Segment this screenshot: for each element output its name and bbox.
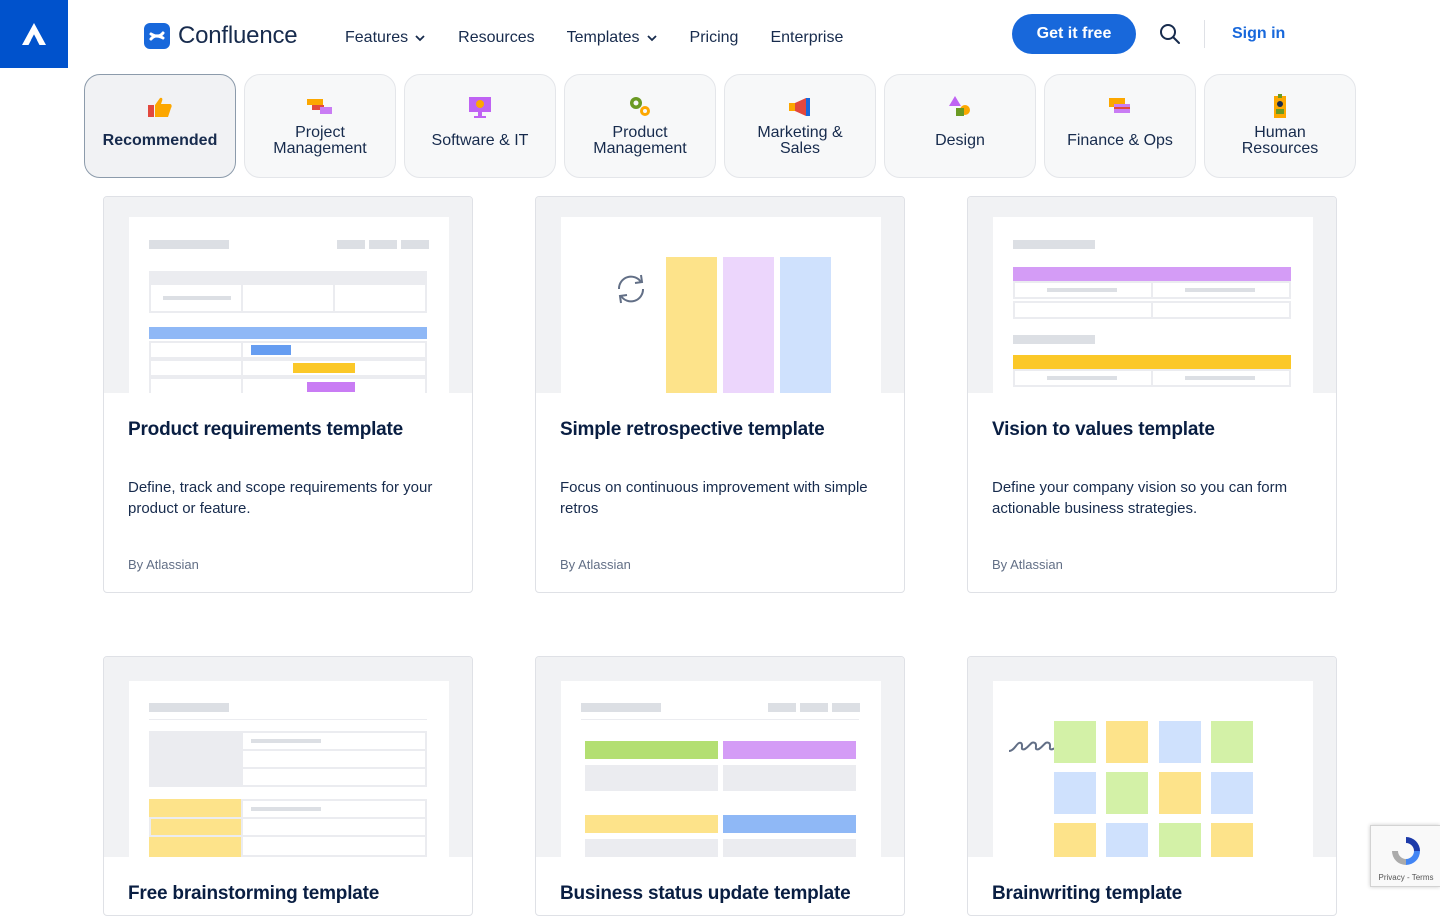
template-card-product-requirements[interactable]: Product requirements template Define, tr… [103, 196, 473, 593]
tab-label: Finance & Ops [1067, 132, 1173, 149]
preview-sheet [129, 681, 449, 857]
atlassian-logo-icon [22, 23, 46, 45]
header-divider [1204, 20, 1205, 48]
confluence-brand[interactable]: Confluence [144, 22, 298, 50]
preview-sheet [993, 217, 1313, 393]
tab-label: Human Resources [1241, 124, 1319, 157]
nav-resources[interactable]: Resources [458, 28, 534, 48]
tab-marketing-sales[interactable]: Marketing & Sales [724, 74, 876, 178]
tab-label: Recommended [102, 132, 218, 149]
tab-human-resources[interactable]: Human Resources [1204, 74, 1356, 178]
template-card-brainwriting[interactable]: Brainwriting template [967, 656, 1337, 916]
chevron-down-icon [646, 35, 657, 42]
recaptcha-icon [1392, 837, 1420, 865]
preview-sheet [993, 681, 1313, 857]
template-card-simple-retrospective[interactable]: Simple retrospective template Focus on c… [535, 196, 905, 593]
card-title[interactable]: Brainwriting template [992, 883, 1312, 905]
card-preview [536, 197, 904, 393]
tab-label: Marketing & Sales [757, 124, 843, 157]
id-badge-icon [1266, 93, 1294, 121]
card-title[interactable]: Business status update template [560, 883, 880, 905]
tab-label: Product Management [593, 124, 687, 157]
card-title[interactable]: Vision to values template [992, 419, 1312, 441]
card-author: By Atlassian [128, 557, 199, 572]
recaptcha-badge[interactable]: Privacy - Terms [1370, 825, 1440, 887]
megaphone-icon [786, 93, 814, 121]
nav-enterprise[interactable]: Enterprise [770, 28, 843, 48]
card-preview [104, 197, 472, 393]
preview-sheet [561, 681, 881, 857]
search-icon [1160, 24, 1180, 44]
tab-label: Design [935, 132, 985, 149]
refresh-cycle-icon [617, 274, 645, 304]
confluence-logo-icon [144, 23, 170, 49]
tab-finance-ops[interactable]: Finance & Ops [1044, 74, 1196, 178]
card-title[interactable]: Free brainstorming template [128, 883, 448, 905]
card-author: By Atlassian [560, 557, 631, 572]
category-tabs: Recommended Project Management Software … [84, 74, 1356, 178]
card-author: By Atlassian [992, 557, 1063, 572]
monitor-icon [466, 93, 494, 121]
template-card-business-status-update[interactable]: Business status update template [535, 656, 905, 916]
tab-software-it[interactable]: Software & IT [404, 74, 556, 178]
gears-icon [626, 93, 654, 121]
main-nav: Features Resources Templates Pricing Ent… [345, 28, 843, 48]
project-management-icon [306, 93, 334, 121]
card-title[interactable]: Simple retrospective template [560, 419, 880, 441]
get-it-free-button[interactable]: Get it free [1012, 14, 1136, 54]
card-description: Define your company vision so you can fo… [992, 479, 1288, 517]
tab-project-management[interactable]: Project Management [244, 74, 396, 178]
tab-product-management[interactable]: Product Management [564, 74, 716, 178]
nav-templates[interactable]: Templates [567, 28, 658, 48]
nav-label: Features [345, 29, 409, 46]
card-description: Define, track and scope requirements for… [128, 479, 433, 517]
card-preview [104, 657, 472, 857]
atlassian-logo[interactable] [0, 0, 68, 68]
template-card-free-brainstorming[interactable]: Free brainstorming template [103, 656, 473, 916]
nav-label: Enterprise [770, 29, 844, 46]
tab-label: Software & IT [431, 132, 529, 149]
tab-design[interactable]: Design [884, 74, 1036, 178]
card-preview [536, 657, 904, 857]
thumbs-up-icon [146, 93, 174, 121]
card-preview [968, 197, 1336, 393]
nav-label: Pricing [689, 29, 739, 46]
preview-sheet [561, 217, 881, 393]
shapes-icon [946, 93, 974, 121]
chevron-down-icon [415, 35, 425, 42]
search-button[interactable] [1158, 22, 1182, 46]
tab-recommended[interactable]: Recommended [84, 74, 236, 178]
tab-label: Project Management [273, 124, 367, 157]
recaptcha-links[interactable]: Privacy - Terms [1371, 873, 1440, 882]
card-title[interactable]: Product requirements template [128, 419, 448, 441]
nav-pricing[interactable]: Pricing [690, 28, 739, 48]
card-description: Focus on continuous improvement with sim… [560, 479, 868, 517]
sign-in-link[interactable]: Sign in [1232, 25, 1285, 43]
template-card-vision-to-values[interactable]: Vision to values template Define your co… [967, 196, 1337, 593]
brand-name: Confluence [178, 22, 298, 49]
nav-label: Resources [458, 29, 535, 46]
preview-sheet [129, 217, 449, 393]
nav-label: Templates [566, 29, 640, 46]
cards-icon [1106, 93, 1134, 121]
card-preview [968, 657, 1336, 857]
nav-features[interactable]: Features [345, 28, 426, 48]
